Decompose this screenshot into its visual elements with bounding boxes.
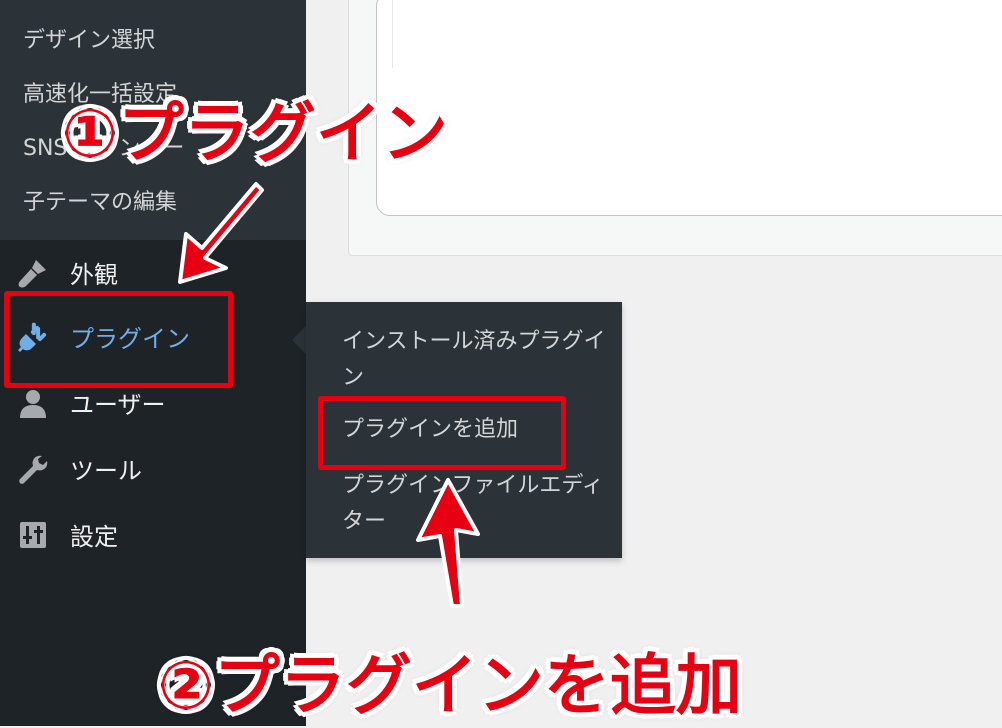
settings-icon [20, 522, 46, 548]
sidebar-item-settings[interactable]: 設定 [0, 504, 306, 564]
paintbrush-icon [18, 260, 46, 288]
annotation-label-step-2: ②プラグインを追加 [158, 647, 742, 724]
submenu-item-child-theme-edit[interactable]: 子テーマの編集 [23, 184, 177, 216]
highlight-box-plugins [4, 291, 233, 388]
sidebar-item-label: ユーザー [70, 391, 166, 419]
flyout-item-installed-plugins[interactable]: インストール済みプラグイン [342, 324, 610, 396]
wrench-icon [19, 455, 48, 484]
sidebar-item-tools[interactable]: ツール [0, 438, 306, 498]
sidebar-item-label: ツール [70, 457, 142, 485]
user-icon [20, 390, 46, 418]
annotation-label-step-1: ①プラグイン [62, 95, 448, 172]
flyout-item-plugin-file-editor[interactable]: プラグインファイルエディター [342, 468, 610, 540]
highlight-box-add-plugin [318, 396, 566, 470]
sidebar-item-label: 設定 [70, 523, 118, 551]
sidebar-item-label: 外観 [70, 261, 118, 289]
flyout-pointer [292, 326, 306, 354]
content-card-body [392, 0, 1002, 68]
submenu-item-design-select[interactable]: デザイン選択 [23, 22, 155, 54]
